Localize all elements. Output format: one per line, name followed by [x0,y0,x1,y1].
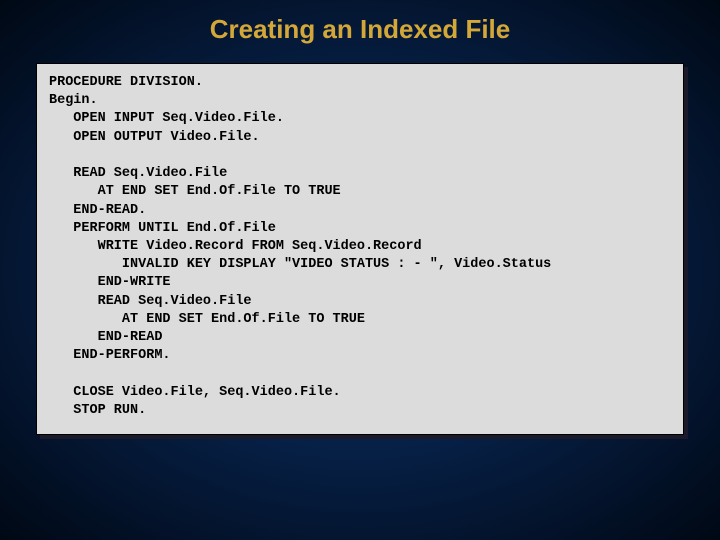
slide-title: Creating an Indexed File [0,0,720,63]
code-block: PROCEDURE DIVISION. Begin. OPEN INPUT Se… [49,74,671,420]
code-container: PROCEDURE DIVISION. Begin. OPEN INPUT Se… [36,63,684,435]
